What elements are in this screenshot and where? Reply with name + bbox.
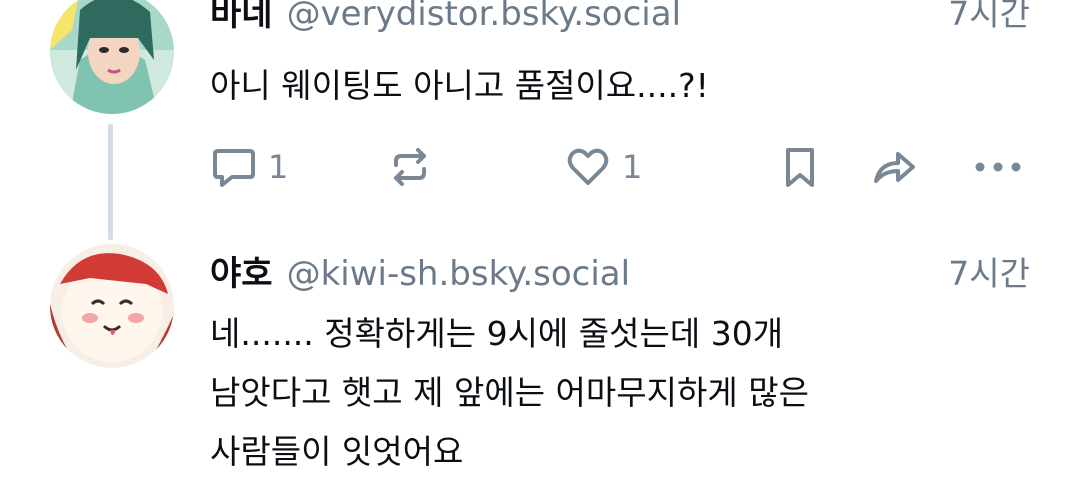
share-arrow-icon: [874, 152, 915, 183]
avatar[interactable]: [50, 0, 174, 114]
post-text-line: 남앗다고 햇고 제 앞에는 어마무지하게 많은: [210, 373, 809, 412]
like-button[interactable]: 1: [564, 142, 642, 192]
post[interactable]: 야호 @kiwi-sh.bsky.social 7시간 네....... 정확하…: [0, 240, 1080, 487]
post[interactable]: 바네 @verydistor.bsky.social 7시간 아니 웨이팅도 아…: [0, 0, 1080, 240]
post-text-line: 사람들이 잇엇어요: [210, 432, 464, 471]
bookmark-icon: [786, 148, 814, 187]
post-header: 야호 @kiwi-sh.bsky.social 7시간: [210, 246, 1030, 295]
post-text-line: 아니 웨이팅도 아니고 품절이요....?!: [210, 66, 709, 105]
heart-icon: [567, 148, 609, 185]
avatar-image: [50, 0, 174, 114]
more-dots-icon: [975, 162, 1021, 172]
post-text: 아니 웨이팅도 아니고 품절이요....?!: [210, 56, 1030, 115]
post-text: 네....... 정확하게는 9시에 줄섯는데 30개 남앗다고 햇고 제 앞에…: [210, 304, 1030, 481]
bookmark-button[interactable]: [776, 142, 824, 192]
author-handle[interactable]: @kiwi-sh.bsky.social: [287, 254, 631, 294]
repost-arrows-icon: [394, 148, 426, 186]
like-count: 1: [622, 148, 643, 186]
post-time[interactable]: 7시간: [948, 0, 1030, 35]
post-time[interactable]: 7시간: [948, 247, 1030, 295]
comment-bubble-icon: [213, 149, 255, 187]
repost-button[interactable]: [386, 142, 434, 192]
avatar[interactable]: [50, 244, 174, 368]
reply-button[interactable]: 1: [210, 142, 288, 192]
thread-line: [108, 124, 113, 240]
reply-count: 1: [268, 148, 289, 186]
more-options-button[interactable]: [970, 142, 1026, 192]
author-handle[interactable]: @verydistor.bsky.social: [287, 0, 681, 34]
post-text-line: 네....... 정확하게는 9시에 줄섯는데 30개: [210, 314, 784, 353]
share-button[interactable]: [870, 142, 918, 192]
author-name[interactable]: 야호: [210, 246, 273, 295]
post-header: 바네 @verydistor.bsky.social 7시간: [210, 0, 1030, 35]
post-actions: 1 1: [210, 142, 1030, 192]
avatar-image: [50, 244, 174, 368]
author-name[interactable]: 바네: [210, 0, 273, 35]
